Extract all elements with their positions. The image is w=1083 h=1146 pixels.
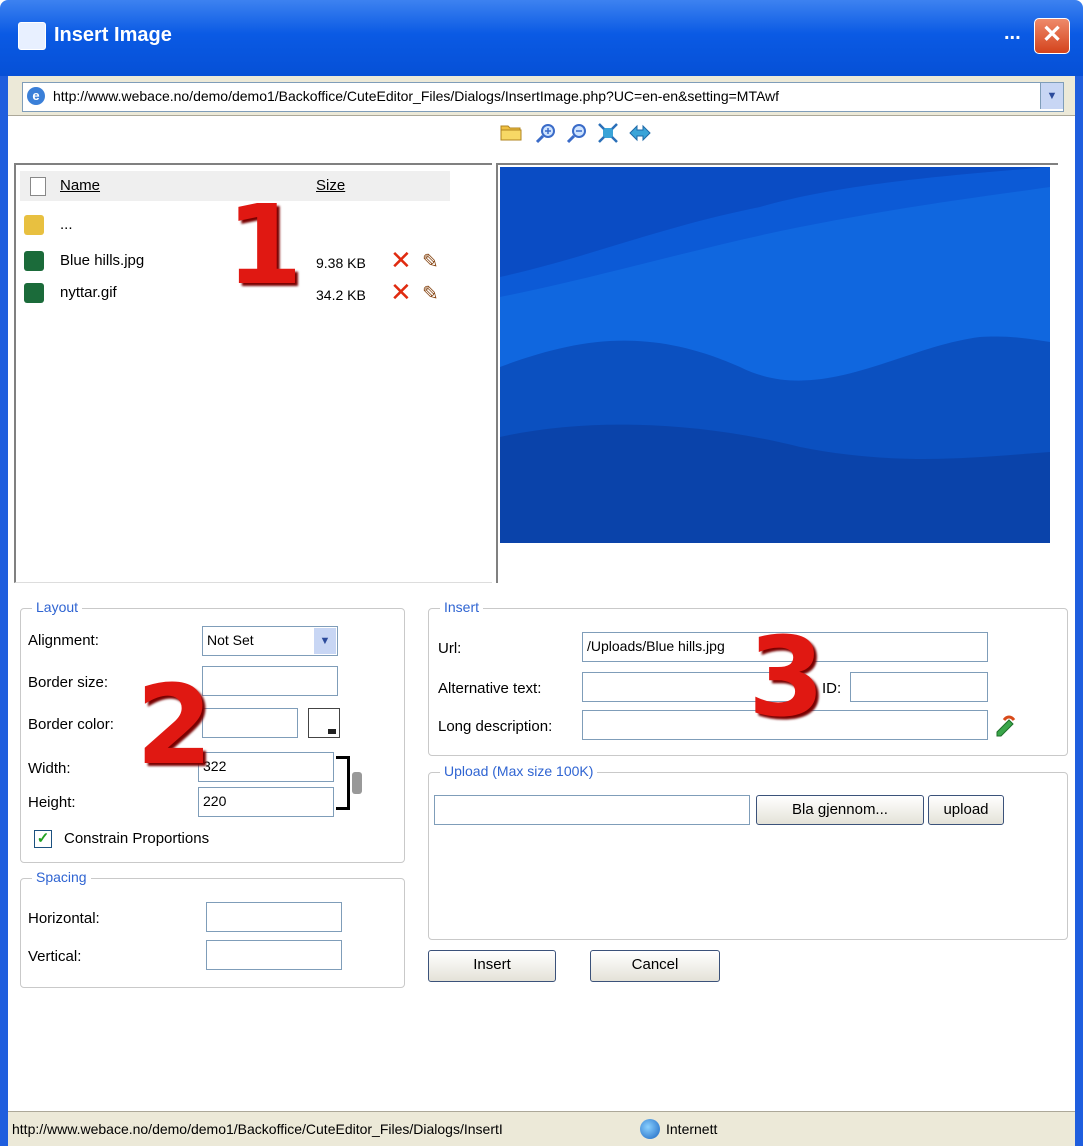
zoom-in-icon[interactable]	[534, 122, 558, 146]
security-zone-label: Internett	[666, 1121, 718, 1137]
alignment-select[interactable]: Not Set ▼	[202, 626, 338, 656]
window-frame-left	[0, 76, 8, 1146]
actual-size-icon[interactable]	[596, 122, 620, 146]
address-bar: e http://www.webace.no/demo/demo1/Backof…	[8, 76, 1075, 116]
constrain-proportions-label: Constrain Proportions	[64, 830, 210, 847]
file-name[interactable]: Blue hills.jpg	[60, 252, 144, 269]
height-input[interactable]: 220	[198, 787, 334, 817]
spacing-legend: Spacing	[32, 869, 91, 885]
id-input[interactable]	[850, 672, 988, 702]
width-input[interactable]: 322	[198, 752, 334, 782]
file-size: 9.38 KB	[316, 255, 366, 271]
spacing-group	[20, 878, 405, 988]
browse-button[interactable]: Bla gjennom...	[756, 795, 924, 825]
new-folder-icon[interactable]	[499, 122, 523, 146]
title-bar: Insert Image ... ✕	[0, 0, 1083, 76]
id-label: ID:	[822, 680, 842, 697]
alignment-value: Not Set	[207, 632, 254, 648]
jpg-file-icon	[24, 251, 44, 271]
gif-file-icon	[24, 283, 44, 303]
upload-file-input[interactable]	[434, 795, 750, 825]
annotation-number-1: 1	[226, 181, 303, 309]
vertical-input[interactable]	[206, 940, 342, 970]
upload-button[interactable]: upload	[928, 795, 1004, 825]
height-label: Height:	[28, 794, 76, 811]
ie-page-icon: e	[27, 87, 45, 105]
annotation-number-3: 3	[748, 613, 825, 741]
border-color-label: Border color:	[28, 716, 114, 733]
delete-icon[interactable]: ✕	[390, 247, 412, 273]
insert-legend: Insert	[440, 599, 484, 615]
insert-button[interactable]: Insert	[428, 950, 556, 982]
fit-icon[interactable]	[628, 122, 652, 146]
window-title: Insert Image	[54, 24, 172, 46]
globe-icon	[640, 1119, 660, 1139]
address-field[interactable]: e http://www.webace.no/demo/demo1/Backof…	[22, 82, 1064, 112]
color-picker-icon	[328, 729, 336, 734]
parent-folder-label: ...	[60, 216, 73, 233]
zoom-out-icon[interactable]	[565, 122, 589, 146]
long-description-label: Long description:	[438, 718, 553, 735]
upload-legend: Upload (Max size 100K)	[440, 763, 598, 779]
alignment-label: Alignment:	[28, 632, 99, 649]
ellipsis-button[interactable]: ...	[1004, 22, 1021, 45]
border-size-label: Border size:	[28, 674, 109, 691]
preview-image	[500, 167, 1050, 543]
horizontal-input[interactable]	[206, 902, 342, 932]
width-label: Width:	[28, 760, 71, 777]
cancel-button[interactable]: Cancel	[590, 950, 720, 982]
window-frame-right	[1075, 76, 1083, 1146]
status-url: http://www.webace.no/demo/demo1/Backoffi…	[12, 1121, 503, 1137]
delete-icon[interactable]: ✕	[390, 279, 412, 305]
file-size: 34.2 KB	[316, 287, 366, 303]
address-url: http://www.webace.no/demo/demo1/Backoffi…	[53, 88, 780, 104]
url-label: Url:	[438, 640, 462, 657]
size-column-header[interactable]: Size	[316, 177, 345, 194]
annotation-number-2: 2	[136, 661, 213, 789]
status-bar: http://www.webace.no/demo/demo1/Backoffi…	[8, 1111, 1075, 1146]
rename-pencil-icon[interactable]: ✎	[422, 281, 439, 306]
address-dropdown-icon[interactable]: ▼	[1040, 83, 1063, 109]
close-button[interactable]: ✕	[1034, 18, 1070, 54]
rename-pencil-icon[interactable]: ✎	[422, 249, 439, 274]
vertical-label: Vertical:	[28, 948, 82, 965]
name-column-header[interactable]: Name	[60, 177, 100, 194]
edit-long-description-icon[interactable]	[994, 712, 1020, 738]
chain-link-icon	[352, 772, 362, 794]
constrain-proportions-checkbox[interactable]: ✓	[34, 830, 52, 848]
layout-legend: Layout	[32, 599, 83, 615]
document-icon	[30, 177, 46, 196]
horizontal-label: Horizontal:	[28, 910, 100, 927]
border-size-input[interactable]	[202, 666, 338, 696]
file-name[interactable]: nyttar.gif	[60, 284, 117, 301]
chevron-down-icon[interactable]: ▼	[314, 628, 336, 654]
image-preview-pane	[496, 163, 1058, 583]
color-picker-button[interactable]	[308, 708, 340, 738]
border-color-input[interactable]	[202, 708, 298, 738]
alternative-text-label: Alternative text:	[438, 680, 542, 697]
constrain-bracket	[336, 756, 350, 810]
parent-folder-icon	[24, 215, 44, 235]
dialog-icon	[18, 22, 46, 50]
